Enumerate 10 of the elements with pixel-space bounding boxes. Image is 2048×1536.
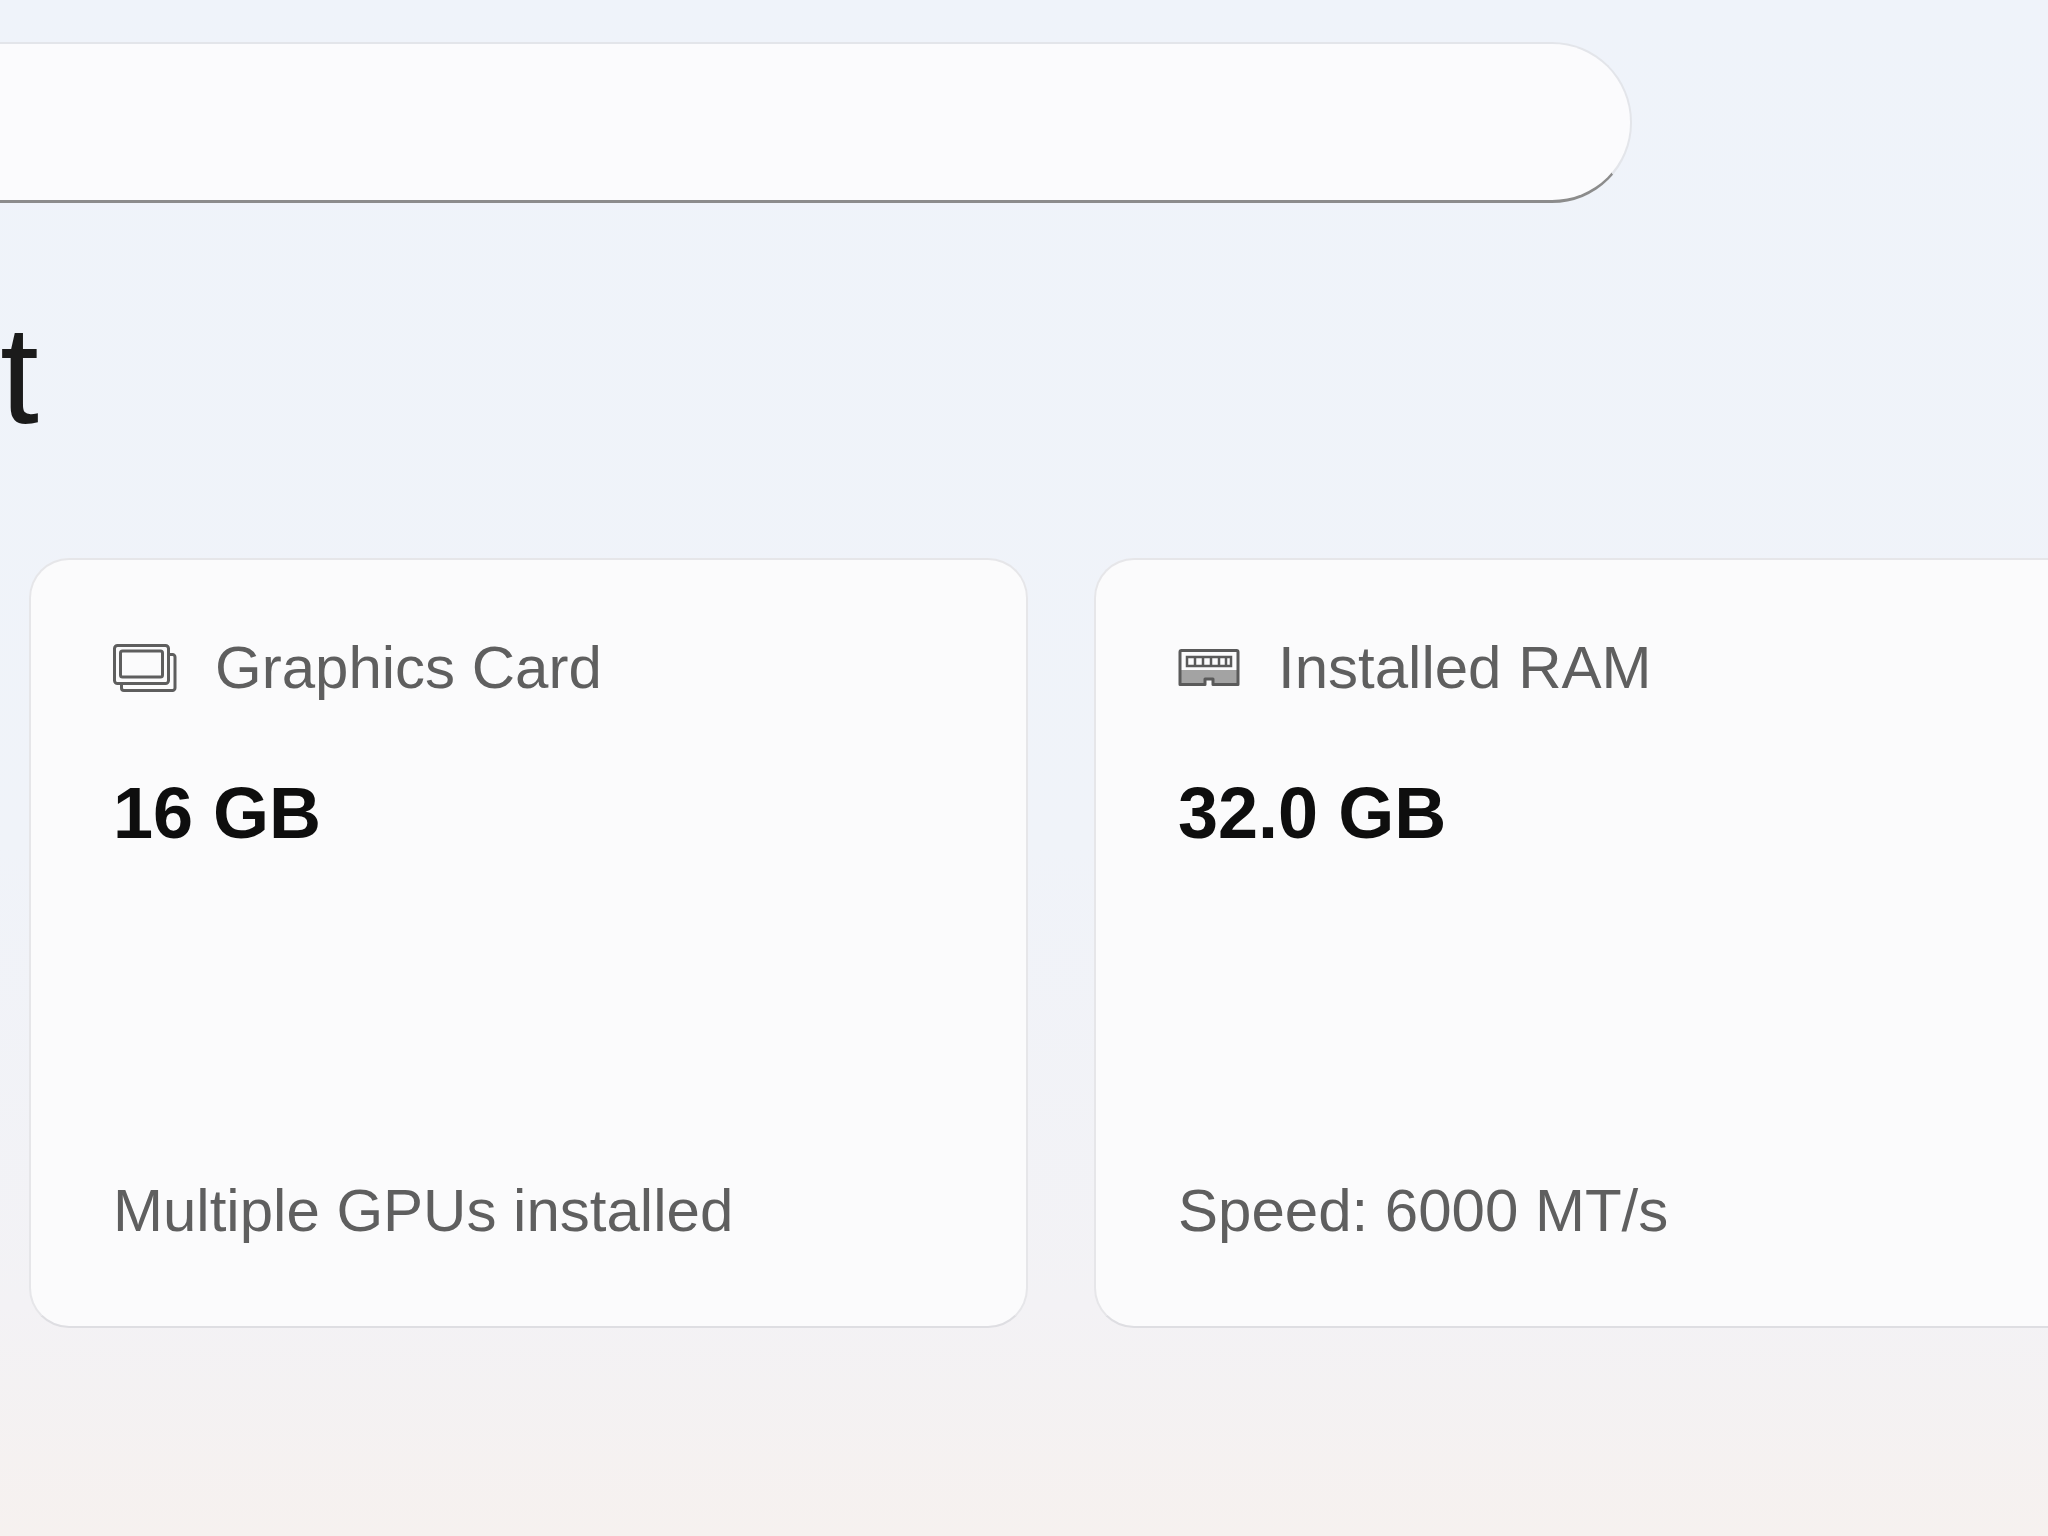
card-label: Graphics Card xyxy=(215,633,602,703)
graphics-card-icon xyxy=(113,644,177,692)
card-value: 32.0 GB xyxy=(1178,772,1447,855)
card-value: 16 GB xyxy=(113,772,322,855)
card-detail: Multiple GPUs installed xyxy=(113,1176,734,1246)
card-detail: Speed: 6000 MT/s xyxy=(1178,1176,1669,1246)
search-field[interactable] xyxy=(0,42,1632,203)
page-title: t xyxy=(0,295,39,455)
memory-module-icon xyxy=(1178,649,1240,687)
card-label: Installed RAM xyxy=(1278,633,1652,703)
